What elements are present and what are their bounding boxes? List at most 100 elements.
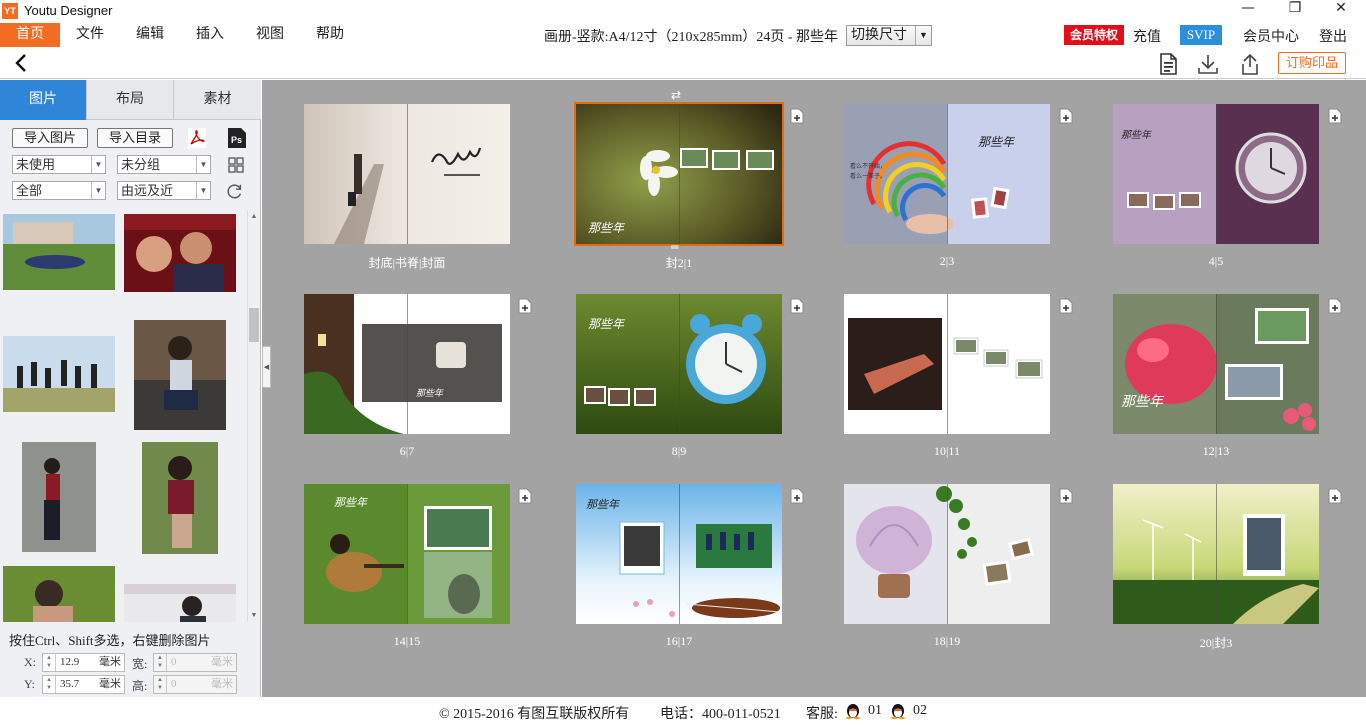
selection-hint: 按住Ctrl、Shift多选，右键删除图片	[9, 633, 211, 648]
spread-thumbnail[interactable]: 那些年	[576, 294, 782, 434]
menu-edit[interactable]: 编辑	[124, 23, 176, 47]
left-panel: 图片 布局 素材 导入图片 导入目录 Ps 未使用 ▼ 未分组 ▼ 全部 ▼ 由…	[0, 80, 261, 697]
photo-thumbnail[interactable]	[3, 214, 115, 290]
document-icon[interactable]	[1156, 52, 1180, 76]
switch-size-dropdown[interactable]: 切换尺寸 ▼	[846, 25, 932, 46]
photo-thumbnail[interactable]	[134, 320, 226, 430]
y-value: 35.7	[60, 678, 80, 690]
photo-thumbnail[interactable]	[142, 442, 218, 554]
add-page-icon[interactable]	[790, 488, 804, 504]
image-list-scrollbar[interactable]: ▲ ▼	[247, 210, 260, 622]
add-page-icon[interactable]	[1328, 488, 1342, 504]
vip-privilege-button[interactable]: 会员特权	[1064, 25, 1124, 45]
photo-thumbnail[interactable]	[124, 214, 236, 292]
add-page-icon[interactable]	[1059, 108, 1073, 124]
svg-text:那些年: 那些年	[588, 317, 626, 331]
add-page-icon[interactable]	[1328, 298, 1342, 314]
stepper-icon: ▲ ▼	[154, 654, 167, 671]
spread-label: 20|封3	[1199, 636, 1233, 650]
scrollbar-thumb[interactable]	[249, 308, 259, 342]
svg-text:那些年: 那些年	[334, 496, 368, 509]
y-label: Y:	[24, 677, 35, 691]
service-id-2[interactable]: 02	[913, 703, 927, 719]
add-page-icon[interactable]	[1059, 488, 1073, 504]
menu-insert[interactable]: 插入	[184, 23, 236, 47]
unit-label: 毫米	[211, 678, 233, 690]
spread-thumbnail-selected[interactable]: 那些年	[574, 102, 784, 246]
minimize-button[interactable]: —	[1225, 0, 1271, 22]
usage-filter-dropdown[interactable]: 未使用 ▼	[12, 155, 106, 174]
close-button[interactable]: ✕	[1318, 0, 1364, 22]
import-folder-button[interactable]: 导入目录	[97, 128, 173, 148]
pdf-icon[interactable]	[188, 128, 206, 148]
image-list[interactable]	[0, 210, 246, 622]
menu-file[interactable]: 文件	[64, 23, 116, 47]
scroll-up-arrow-icon[interactable]: ▲	[248, 210, 260, 222]
copyright-text: © 2015-2016 有图互联版权所有	[439, 707, 630, 722]
y-position-field[interactable]: ▲ ▼ 35.7 毫米	[42, 675, 125, 694]
photo-thumbnail[interactable]	[124, 584, 236, 622]
maximize-button[interactable]: ❐	[1272, 0, 1318, 22]
add-page-icon[interactable]	[790, 298, 804, 314]
spread-thumbnail[interactable]	[844, 294, 1050, 434]
tab-materials[interactable]: 素材	[174, 80, 261, 120]
spread-thumbnail[interactable]	[1113, 484, 1319, 624]
spread-label: 12|13	[1202, 444, 1230, 458]
scroll-down-arrow-icon[interactable]: ▼	[248, 609, 260, 621]
panel-tabs: 图片 布局 素材	[0, 80, 261, 120]
member-center-link[interactable]: 会员中心	[1243, 26, 1299, 46]
group-filter-dropdown[interactable]: 未分组 ▼	[117, 155, 211, 174]
svip-button[interactable]: SVIP	[1180, 25, 1222, 45]
photo-thumbnail[interactable]	[22, 442, 96, 552]
svg-text:Ps: Ps	[231, 135, 242, 145]
width-field: ▲ ▼ 0 毫米	[153, 653, 237, 672]
stepper-icon[interactable]: ▲ ▼	[43, 676, 56, 693]
spread-thumbnail[interactable]	[304, 104, 510, 244]
x-position-field[interactable]: ▲ ▼ 12.9 毫米	[42, 653, 125, 672]
qq-penguin-icon[interactable]	[845, 702, 861, 720]
refresh-icon[interactable]	[226, 181, 244, 201]
service-id-1[interactable]: 01	[868, 703, 882, 719]
import-images-button[interactable]: 导入图片	[12, 128, 88, 148]
add-page-icon[interactable]	[518, 488, 532, 504]
spread-thumbnail[interactable]: 那些年	[1113, 294, 1319, 434]
tab-layout[interactable]: 布局	[87, 80, 174, 120]
spread-thumbnail[interactable]: 那些年	[304, 484, 510, 624]
spread-label: 16|17	[665, 634, 693, 648]
spread-fold-line	[679, 104, 680, 244]
qq-penguin-icon[interactable]	[890, 702, 906, 720]
share-upload-icon[interactable]	[1238, 52, 1262, 76]
add-page-icon[interactable]	[518, 298, 532, 314]
add-page-icon[interactable]	[790, 108, 804, 124]
photo-thumbnail[interactable]	[3, 336, 115, 412]
photo-thumbnail[interactable]	[3, 566, 115, 622]
spread-thumbnail[interactable]: 那些年	[304, 294, 510, 434]
svg-text:那些年: 那些年	[586, 498, 620, 511]
swap-lines-icon[interactable]: ═	[671, 240, 678, 254]
swap-arrows-icon[interactable]: ⇄	[671, 88, 681, 102]
order-print-button[interactable]: 订购印品	[1278, 52, 1346, 74]
add-page-icon[interactable]	[1328, 108, 1342, 124]
grid-view-icon[interactable]	[227, 155, 245, 175]
recharge-link[interactable]: 充值	[1133, 26, 1161, 46]
add-page-icon[interactable]	[1059, 298, 1073, 314]
sort-order-dropdown[interactable]: 由远及近 ▼	[117, 181, 211, 200]
logout-link[interactable]: 登出	[1319, 26, 1347, 46]
chevron-down-icon: ▼	[196, 156, 210, 173]
photoshop-icon[interactable]: Ps	[228, 128, 246, 148]
spread-thumbnail[interactable]	[844, 484, 1050, 624]
x-value: 12.9	[60, 656, 80, 668]
spread-thumbnail[interactable]: 那些年	[576, 484, 782, 624]
spread-fold-line	[947, 484, 948, 624]
collapse-panel-arrow-icon[interactable]: ◀	[262, 346, 271, 388]
back-arrow-icon[interactable]	[10, 51, 32, 75]
download-icon[interactable]	[1196, 52, 1220, 76]
menu-view[interactable]: 视图	[244, 23, 296, 47]
menu-help[interactable]: 帮助	[304, 23, 356, 47]
scope-filter-dropdown[interactable]: 全部 ▼	[12, 181, 106, 200]
stepper-icon[interactable]: ▲ ▼	[43, 654, 56, 671]
spread-thumbnail[interactable]: 那些年	[1113, 104, 1319, 244]
menu-home[interactable]: 首页	[0, 23, 60, 47]
spread-thumbnail[interactable]: 看么不开始， 看么一辈子。 那些年	[844, 104, 1050, 244]
tab-images[interactable]: 图片	[0, 80, 87, 120]
